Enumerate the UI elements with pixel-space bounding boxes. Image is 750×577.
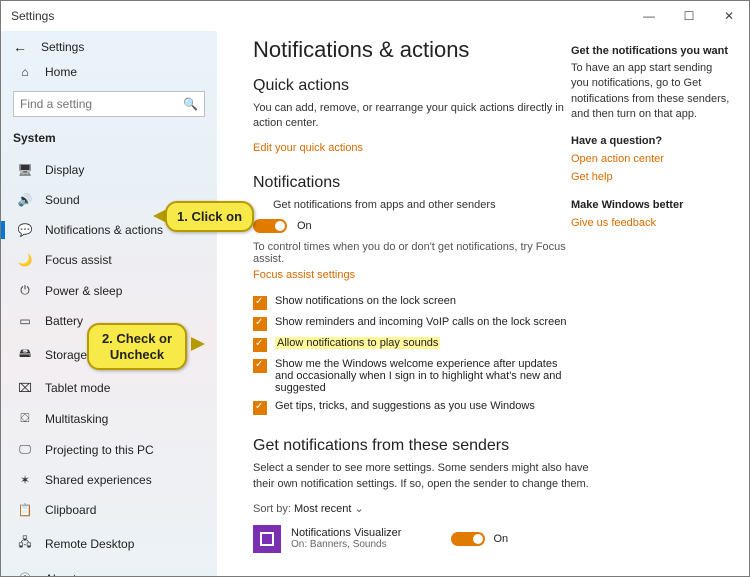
toggle-get-notifications[interactable] — [253, 219, 287, 233]
search-icon: 🔍 — [183, 97, 198, 111]
system-heading: System — [13, 131, 205, 145]
sidebar-item-projecting[interactable]: 🖵Projecting to this PC — [13, 434, 205, 465]
sidebar-item-display[interactable]: 🖥Display — [13, 155, 205, 185]
right-heading-2: Have a question? — [571, 135, 731, 147]
clipboard-icon: 📋 — [17, 503, 33, 517]
focus-assist-hint: To control times when you do or don't ge… — [253, 241, 593, 265]
sender-name: Notifications Visualizer — [291, 527, 401, 539]
sortby-dropdown[interactable]: Sort by: Most recent ⌄ — [253, 502, 729, 515]
sound-icon: 🔊 — [17, 193, 33, 207]
check-play-sounds[interactable]: Allow notifications to play sounds — [253, 337, 729, 352]
quick-actions-body: You can add, remove, or rearrange your q… — [253, 101, 573, 132]
sidebar-item-focus-assist[interactable]: 🌙Focus assist — [13, 245, 205, 275]
sender-row[interactable]: Notifications Visualizer On: Banners, So… — [253, 525, 729, 553]
back-icon[interactable]: ← — [13, 39, 27, 55]
sidebar-item-power[interactable]: ⏻Power & sleep — [13, 275, 205, 306]
get-notifications-label: Get notifications from apps and other se… — [273, 198, 593, 213]
toggle-sender[interactable] — [451, 532, 485, 546]
focus-icon: 🌙 — [17, 253, 33, 267]
sender-sub: On: Banners, Sounds — [291, 539, 401, 550]
check-voip[interactable]: Show reminders and incoming VoIP calls o… — [253, 316, 729, 331]
checkbox-icon[interactable] — [253, 359, 267, 373]
link-get-help[interactable]: Get help — [571, 171, 731, 183]
window-title: Settings — [11, 9, 629, 23]
sidebar-item-multitasking[interactable]: ⛋Multitasking — [13, 403, 205, 434]
link-feedback[interactable]: Give us feedback — [571, 217, 731, 229]
minimize-button[interactable]: — — [629, 1, 669, 31]
notifications-icon: 💬 — [17, 223, 33, 237]
maximize-button[interactable]: ☐ — [669, 1, 709, 31]
checkbox-icon[interactable] — [253, 401, 267, 415]
checkbox-icon[interactable] — [253, 338, 267, 352]
remote-icon: 🖧 — [17, 533, 33, 554]
link-edit-quick-actions[interactable]: Edit your quick actions — [253, 142, 363, 154]
sidebar-item-about[interactable]: ⓘAbout — [13, 562, 205, 576]
sidebar-item-tablet[interactable]: ⌧Tablet mode — [13, 373, 205, 403]
senders-body: Select a sender to see more settings. So… — [253, 461, 613, 492]
sidebar-item-remote[interactable]: 🖧Remote Desktop — [13, 525, 205, 562]
right-body-1: To have an app start sending you notific… — [571, 61, 731, 123]
checkbox-icon[interactable] — [253, 317, 267, 331]
link-open-action-center[interactable]: Open action center — [571, 153, 731, 165]
right-heading-1: Get the notifications you want — [571, 45, 731, 57]
chevron-down-icon: ⌄ — [355, 503, 364, 515]
sidebar-home[interactable]: ⌂ Home — [17, 65, 205, 79]
home-icon: ⌂ — [17, 65, 33, 79]
toggle-state-label: On — [297, 220, 312, 232]
sender-app-icon — [253, 525, 281, 553]
power-icon: ⏻ — [17, 283, 33, 298]
main-content: Get the notifications you want To have a… — [217, 31, 749, 576]
callout-arrow-icon — [191, 337, 205, 351]
display-icon: 🖥 — [17, 163, 33, 177]
settings-label: Settings — [41, 40, 84, 54]
multitasking-icon: ⛋ — [17, 411, 33, 426]
check-tips[interactable]: Get tips, tricks, and suggestions as you… — [253, 400, 729, 415]
home-label: Home — [45, 65, 77, 79]
close-button[interactable]: ✕ — [709, 1, 749, 31]
right-heading-3: Make Windows better — [571, 199, 731, 211]
tablet-icon: ⌧ — [17, 381, 33, 395]
senders-heading: Get notifications from these senders — [253, 437, 729, 455]
sidebar-item-shared[interactable]: ✶Shared experiences — [13, 465, 205, 495]
about-icon: ⓘ — [17, 570, 33, 576]
callout-check-uncheck: 2. Check or Uncheck — [87, 323, 187, 370]
titlebar: Settings — ☐ ✕ — [1, 1, 749, 31]
checkbox-icon[interactable] — [253, 296, 267, 310]
right-column: Get the notifications you want To have a… — [571, 37, 731, 235]
callout-click-on: 1. Click on — [165, 201, 254, 232]
shared-icon: ✶ — [17, 473, 33, 487]
sidebar: ← Settings ⌂ Home 🔍 System 🖥Display 🔊Sou… — [1, 31, 217, 576]
search-field[interactable] — [20, 97, 183, 111]
link-focus-assist[interactable]: Focus assist settings — [253, 269, 355, 281]
check-welcome[interactable]: Show me the Windows welcome experience a… — [253, 358, 729, 394]
battery-icon: ▭ — [17, 314, 33, 328]
storage-icon: 🖴 — [17, 344, 33, 365]
sidebar-item-clipboard[interactable]: 📋Clipboard — [13, 495, 205, 525]
search-input[interactable]: 🔍 — [13, 91, 205, 117]
projecting-icon: 🖵 — [17, 442, 33, 457]
check-lock-screen[interactable]: Show notifications on the lock screen — [253, 295, 729, 310]
